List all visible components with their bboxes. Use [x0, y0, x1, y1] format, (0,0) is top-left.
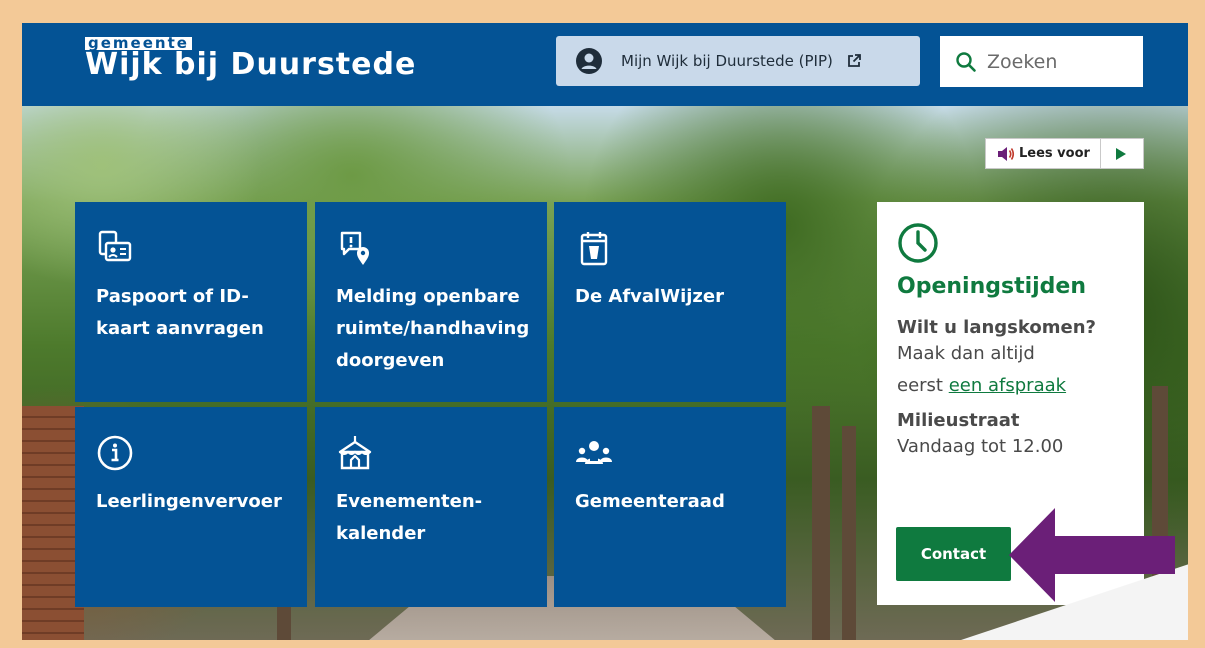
opening-hours-title: Openingstijden [897, 274, 1087, 299]
search-icon [956, 51, 976, 72]
tile-label: De AfvalWijzer [575, 286, 724, 307]
top-bar: gemeente Wijk bij Duurstede Mijn Wijk bi… [22, 23, 1188, 106]
read-aloud-button[interactable]: Lees voor [985, 138, 1144, 169]
user-icon [576, 48, 602, 74]
visit-text-line-1: Maak dan altijd [897, 343, 1035, 364]
tile-waste[interactable]: De AfvalWijzer [554, 202, 786, 402]
annotation-arrow-icon [1009, 508, 1175, 602]
council-icon [576, 441, 612, 464]
tile-report[interactable]: Melding openbare ruimte/handhaving doorg… [315, 202, 547, 402]
visit-text-prefix: eerst [897, 375, 943, 396]
tile-label: Paspoort of ID-kaart aanvragen [96, 286, 264, 339]
tile-label: Leerlingenvervoer [96, 491, 282, 512]
info-icon [97, 435, 133, 471]
page-frame: gemeente Wijk bij Duurstede Mijn Wijk bi… [22, 23, 1188, 640]
tree-trunk [812, 406, 830, 640]
tile-passport[interactable]: Paspoort of ID-kaart aanvragen [75, 202, 307, 402]
play-icon[interactable] [1115, 147, 1127, 160]
divider [1099, 138, 1101, 169]
appointment-link[interactable]: een afspraak [949, 375, 1066, 396]
read-aloud-label: Lees voor [1019, 146, 1090, 161]
tent-icon [338, 436, 372, 470]
speaker-icon [998, 146, 1015, 161]
task-tiles: Paspoort of ID-kaart aanvragen Melding o… [75, 202, 788, 607]
tile-label: Melding openbare ruimte/handhaving doorg… [336, 286, 530, 371]
calendar-icon [580, 232, 608, 266]
tile-council[interactable]: Gemeenteraad [554, 407, 786, 607]
milieustraat-hours: Vandaag tot 12.00 [897, 436, 1064, 457]
tile-label: Gemeenteraad [575, 491, 725, 512]
contact-button[interactable]: Contact [896, 527, 1011, 581]
pip-button[interactable]: Mijn Wijk bij Duurstede (PIP) [556, 36, 920, 86]
visit-text-line-2: eerst een afspraak [897, 370, 1124, 402]
logo-title: Wijk bij Duurstede [85, 47, 417, 82]
tree-trunk [842, 426, 856, 640]
clock-icon [898, 223, 938, 263]
pip-label: Mijn Wijk bij Duurstede (PIP) [621, 52, 833, 70]
external-link-icon [847, 54, 861, 67]
visit-heading: Wilt u langskomen? [897, 317, 1096, 338]
id-card-icon [98, 230, 132, 262]
tile-student-transport[interactable]: Leerlingenvervoer [75, 407, 307, 607]
tile-label: Evenementen-kalender [336, 491, 483, 544]
search-box[interactable] [940, 36, 1143, 87]
search-input[interactable] [987, 50, 1137, 73]
milieustraat-heading: Milieustraat [897, 410, 1020, 431]
report-location-icon [340, 231, 369, 265]
tile-events[interactable]: Evenementen-kalender [315, 407, 547, 607]
